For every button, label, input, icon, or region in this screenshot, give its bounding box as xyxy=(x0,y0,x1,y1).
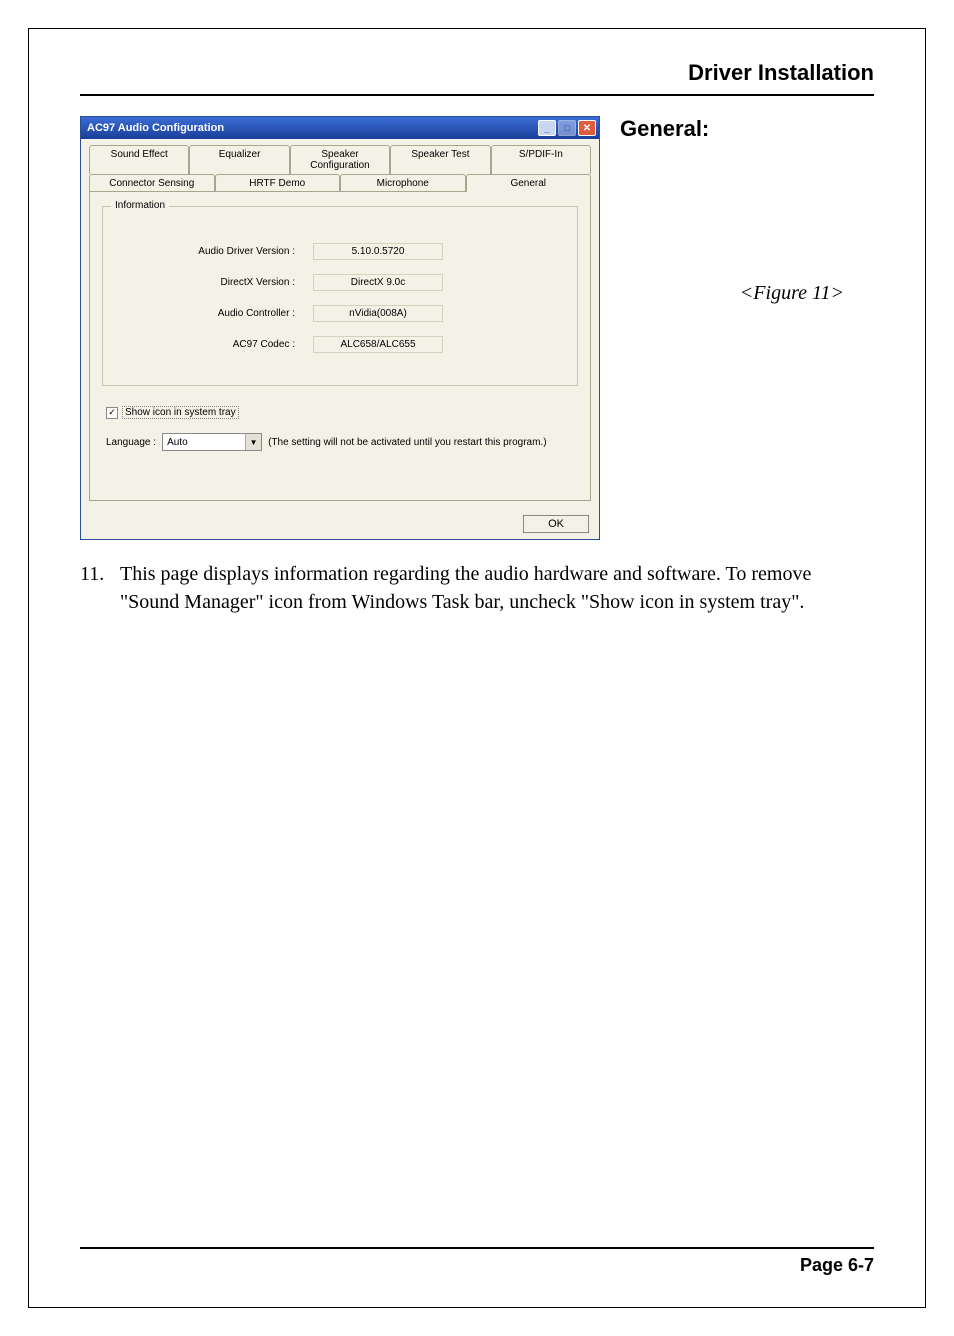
info-value: 5.10.0.5720 xyxy=(313,243,443,260)
section-label: General: xyxy=(620,116,874,142)
tab-speaker-configuration[interactable]: Speaker Configuration xyxy=(290,145,390,174)
info-label: DirectX Version : xyxy=(113,277,313,288)
info-label: AC97 Codec : xyxy=(113,339,313,350)
close-button[interactable]: ✕ xyxy=(578,120,596,136)
list-text: This page displays information regarding… xyxy=(120,560,874,616)
fieldset-legend: Information xyxy=(111,200,169,211)
tab-sound-effect[interactable]: Sound Effect xyxy=(89,145,189,174)
info-label: Audio Controller : xyxy=(113,308,313,319)
ok-button[interactable]: OK xyxy=(523,515,589,533)
chevron-down-icon[interactable]: ▼ xyxy=(245,434,261,450)
tab-general[interactable]: General xyxy=(466,174,592,192)
info-value: DirectX 9.0c xyxy=(313,274,443,291)
information-fieldset: Information Audio Driver Version : 5.10.… xyxy=(102,206,578,386)
tab-connector-sensing[interactable]: Connector Sensing xyxy=(89,174,215,192)
page-header: Driver Installation xyxy=(80,60,874,96)
info-value: ALC658/ALC655 xyxy=(313,336,443,353)
list-number: 11. xyxy=(80,560,120,616)
tab-microphone[interactable]: Microphone xyxy=(340,174,466,192)
tab-spdif-in[interactable]: S/PDIF-In xyxy=(491,145,591,174)
window-title: AC97 Audio Configuration xyxy=(87,122,224,134)
body-paragraph: 11. This page displays information regar… xyxy=(80,560,874,616)
titlebar[interactable]: AC97 Audio Configuration _ □ ✕ xyxy=(81,117,599,139)
info-value: nVidia(008A) xyxy=(313,305,443,322)
language-label: Language : xyxy=(106,437,156,448)
page-footer: Page 6-7 xyxy=(80,1247,874,1276)
language-hint: (The setting will not be activated until… xyxy=(268,437,546,448)
language-value: Auto xyxy=(163,437,245,448)
figure-caption: <Figure 11> xyxy=(620,282,874,305)
ac97-window: AC97 Audio Configuration _ □ ✕ Sound Eff… xyxy=(80,116,600,540)
tab-equalizer[interactable]: Equalizer xyxy=(189,145,289,174)
info-label: Audio Driver Version : xyxy=(113,246,313,257)
language-combo[interactable]: Auto ▼ xyxy=(162,433,262,451)
minimize-button[interactable]: _ xyxy=(538,120,556,136)
show-icon-label: Show icon in system tray xyxy=(122,406,239,419)
tab-hrtf-demo[interactable]: HRTF Demo xyxy=(215,174,341,192)
maximize-button[interactable]: □ xyxy=(558,120,576,136)
show-icon-checkbox[interactable]: ✓ xyxy=(106,407,118,419)
tab-speaker-test[interactable]: Speaker Test xyxy=(390,145,490,174)
